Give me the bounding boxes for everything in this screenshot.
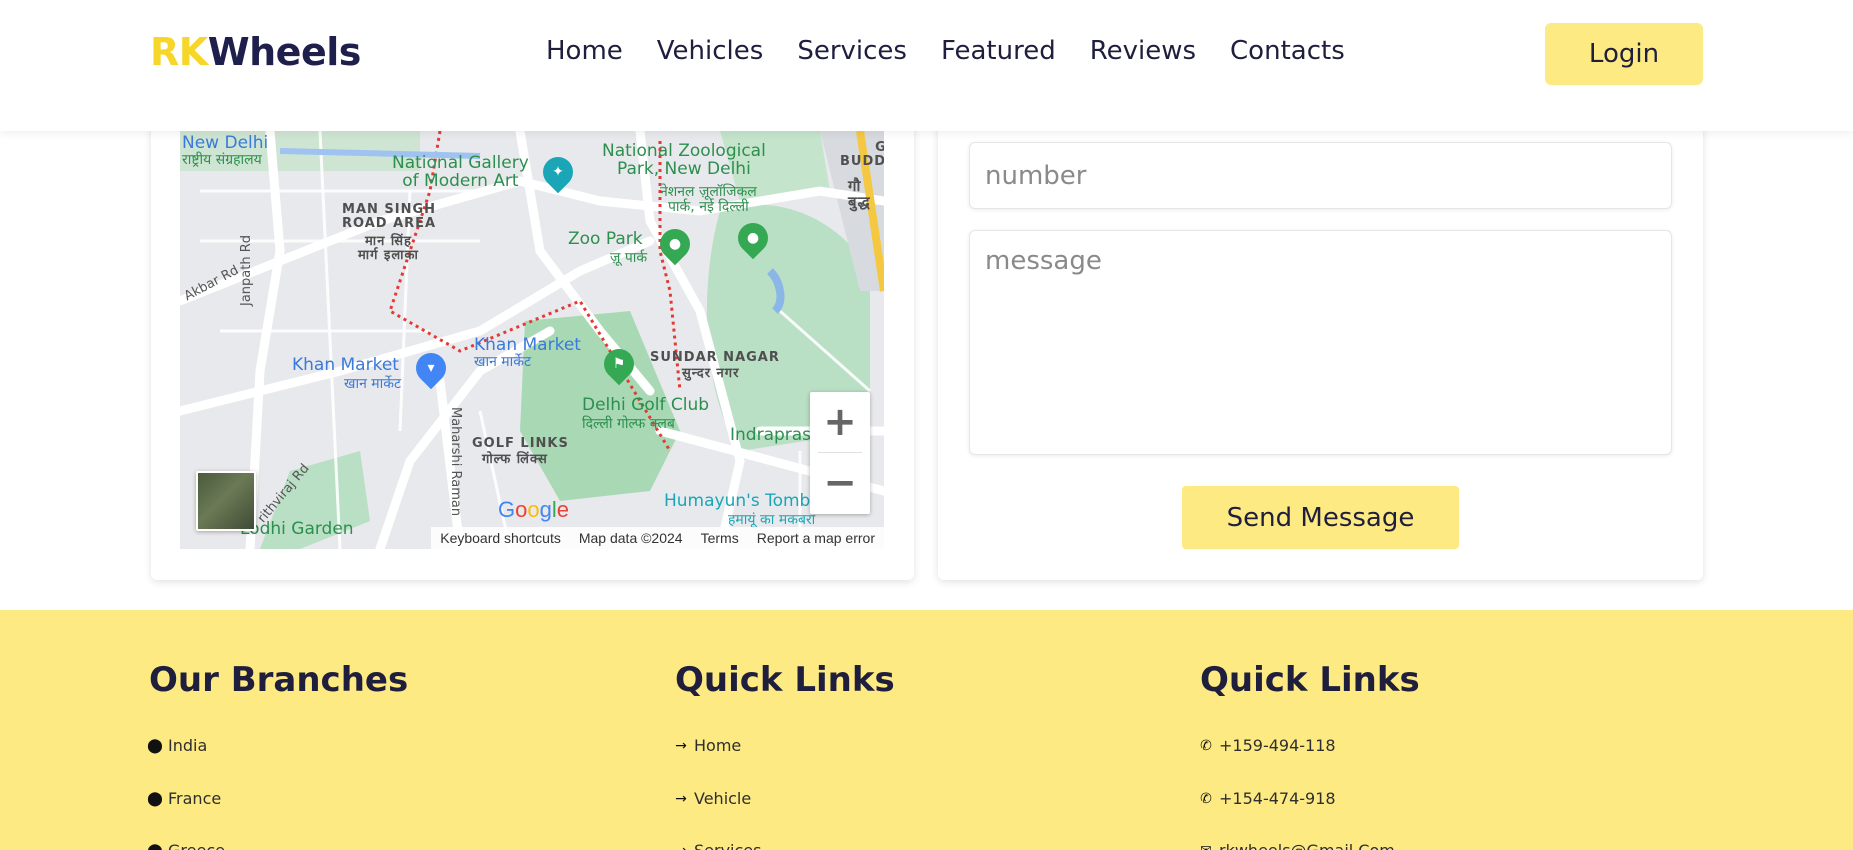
map-label-zoo-park-hi: ज़ू पार्क bbox=[610, 250, 648, 266]
envelope-icon: ✉ bbox=[1200, 843, 1212, 850]
map-label-museum-hi: राष्ट्रीय संग्रहालय bbox=[182, 152, 262, 168]
map-label-golf-club-hi: दिल्ली गोल्फ क्लब bbox=[582, 416, 675, 432]
nav-contacts[interactable]: Contacts bbox=[1230, 36, 1345, 66]
golf-pin[interactable]: ⚑ bbox=[597, 342, 641, 386]
site-footer: Our Branches ⬤ India ⬤ France ⬤ Greece Quic… bbox=[0, 610, 1853, 850]
contact-phone-2[interactable]: ✆ +154-474-918 bbox=[1200, 789, 1336, 808]
branch-item[interactable]: ⬤ France bbox=[147, 789, 222, 808]
arrow-right-icon: → bbox=[675, 843, 687, 850]
phone-icon: ✆ bbox=[1200, 737, 1212, 754]
map-label-lodhi: Lodhi Garden bbox=[240, 519, 354, 539]
arrow-right-icon: → bbox=[675, 737, 687, 754]
quick-link-services[interactable]: → Services bbox=[675, 841, 761, 850]
logo[interactable]: RKWheels bbox=[150, 30, 361, 74]
footer-quick-links-title: Quick Links bbox=[675, 660, 895, 700]
zoom-control: + − bbox=[810, 392, 870, 514]
report-error-link[interactable]: Report a map error bbox=[748, 530, 884, 546]
google-letter: e bbox=[556, 497, 570, 522]
map-label-sundar-nagar: SUNDAR NAGAR bbox=[650, 350, 780, 365]
paw-icon: ● bbox=[746, 230, 760, 246]
message-textarea[interactable] bbox=[969, 230, 1672, 455]
logo-wheels: Wheels bbox=[207, 30, 362, 74]
map-label-zoo-hi: नेशनल ज़ूलॉजिकल पार्क, नई दिल्ली bbox=[660, 184, 757, 215]
nav-vehicles[interactable]: Vehicles bbox=[657, 36, 764, 66]
map-label-man-singh-hi: मान सिंह मार्ग इलाका bbox=[358, 234, 419, 263]
contact-label: +154-474-918 bbox=[1219, 789, 1336, 808]
map-label-ngma: National Gallery of Modern Art bbox=[392, 153, 529, 191]
site-header: RKWheels Home Vehicles Services Featured… bbox=[0, 0, 1853, 131]
terms-link[interactable]: Terms bbox=[692, 530, 748, 546]
nav-featured[interactable]: Featured bbox=[941, 36, 1056, 66]
keyboard-shortcuts-link[interactable]: Keyboard shortcuts bbox=[431, 530, 570, 546]
zoom-in-button[interactable]: + bbox=[810, 392, 870, 452]
branch-label: France bbox=[168, 789, 222, 808]
contact-email[interactable]: ✉ rkwheels@Gmail.Com bbox=[1200, 841, 1395, 850]
google-logo: Google bbox=[498, 497, 569, 523]
contact-label: +159-494-118 bbox=[1219, 736, 1336, 755]
quick-link-label: Home bbox=[694, 736, 742, 755]
golf-icon: ⚑ bbox=[612, 356, 626, 372]
map-label-golf-club: Delhi Golf Club bbox=[582, 395, 710, 415]
map-label-new-delhi: New Delhi bbox=[182, 133, 269, 153]
main-nav: Home Vehicles Services Featured Reviews … bbox=[546, 36, 1345, 66]
map-label-janpath-rd: Janpath Rd bbox=[239, 234, 254, 306]
contact-label: rkwheels@Gmail.Com bbox=[1219, 841, 1395, 850]
zoo-park-pin[interactable]: ● bbox=[653, 222, 697, 266]
login-button[interactable]: Login bbox=[1545, 23, 1703, 85]
palette-icon: ✦ bbox=[552, 164, 564, 180]
branch-item[interactable]: ⬤ India bbox=[147, 736, 208, 755]
map-attribution: Keyboard shortcuts Map data ©2024 Terms … bbox=[431, 527, 884, 549]
map-label-golf-links-hi: गोल्फ लिंक्स bbox=[482, 452, 548, 467]
cart-icon: ▾ bbox=[427, 360, 435, 376]
ngma-pin[interactable]: ✦ bbox=[536, 150, 580, 194]
nav-home[interactable]: Home bbox=[546, 36, 623, 66]
phone-icon: ✆ bbox=[1200, 790, 1212, 807]
google-letter: o bbox=[515, 497, 528, 522]
google-letter: g bbox=[539, 497, 552, 522]
zoom-out-button[interactable]: − bbox=[810, 453, 870, 513]
nav-services[interactable]: Services bbox=[797, 36, 907, 66]
map-label-khan-market-1: Khan Market bbox=[292, 355, 399, 375]
satellite-toggle[interactable] bbox=[196, 471, 256, 531]
quick-link-label: Vehicle bbox=[694, 789, 752, 808]
nav-reviews[interactable]: Reviews bbox=[1090, 36, 1196, 66]
logo-rk: RK bbox=[150, 30, 208, 74]
branch-label: India bbox=[168, 736, 208, 755]
map-label-zoo: National Zoological Park, New Delhi bbox=[602, 141, 766, 179]
quick-link-vehicle[interactable]: → Vehicle bbox=[675, 789, 751, 808]
map-label-khan-market-2: Khan Market bbox=[474, 335, 581, 355]
zoo-pin[interactable]: ● bbox=[731, 216, 775, 260]
map-data-text: Map data ©2024 bbox=[578, 530, 683, 546]
quick-link-home[interactable]: → Home bbox=[675, 736, 741, 755]
map-label-gau: GAU BUDDHA bbox=[840, 140, 884, 169]
map-label-zoo-park: Zoo Park bbox=[568, 229, 643, 249]
arrow-right-icon: → bbox=[675, 790, 687, 807]
footer-branches-title: Our Branches bbox=[149, 660, 409, 700]
google-map[interactable]: New Delhi राष्ट्रीय संग्रहालय National G… bbox=[180, 131, 884, 549]
send-message-button[interactable]: Send Message bbox=[1182, 486, 1459, 549]
map-label-sundar-nagar-hi: सुन्दर नगर bbox=[682, 366, 740, 381]
map-pin-icon: ⬤ bbox=[147, 843, 163, 850]
map-pin-icon: ⬤ bbox=[147, 790, 163, 807]
shopping-pin[interactable]: ▾ bbox=[409, 346, 453, 390]
paw-icon: ● bbox=[668, 236, 682, 252]
map-label-maharshi-raman: Maharshi Raman bbox=[448, 407, 463, 517]
map-label-man-singh: MAN SINGH ROAD AREA bbox=[342, 202, 437, 231]
map-label-khan-market-1-hi: खान मार्केट bbox=[344, 376, 402, 392]
map-pin-icon: ⬤ bbox=[147, 737, 163, 754]
map-label-gau-hi: गौ बुद्ध bbox=[848, 177, 871, 211]
branch-item[interactable]: ⬤ Greece bbox=[147, 841, 225, 850]
map-label-khan-market-2-hi: खान मार्केट bbox=[474, 354, 532, 370]
number-input[interactable] bbox=[969, 142, 1672, 209]
google-letter: G bbox=[498, 497, 516, 522]
map-label-golf-links: GOLF LINKS bbox=[472, 436, 569, 451]
map-label-humayun-hi: हमायूं का मकबरा bbox=[728, 512, 816, 528]
footer-contact-title: Quick Links bbox=[1200, 660, 1420, 700]
branch-label: Greece bbox=[168, 841, 225, 850]
google-letter: o bbox=[527, 497, 540, 522]
map-label-humayun: Humayun's Tomb bbox=[664, 491, 811, 511]
contact-phone-1[interactable]: ✆ +159-494-118 bbox=[1200, 736, 1336, 755]
quick-link-label: Services bbox=[694, 841, 761, 850]
